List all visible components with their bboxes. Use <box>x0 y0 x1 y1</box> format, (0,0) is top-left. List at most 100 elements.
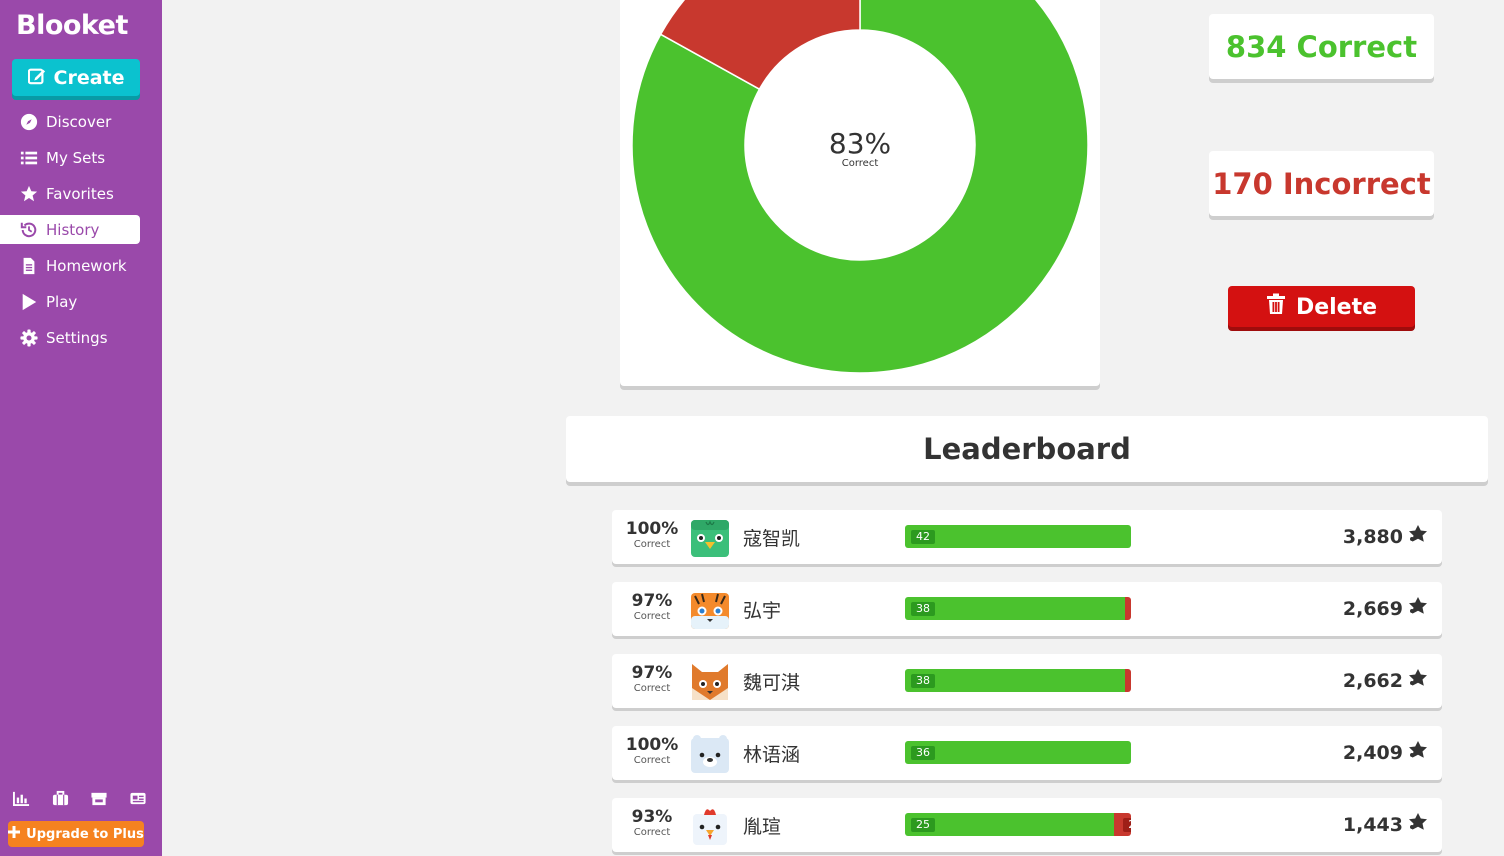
player-score: 3,880 <box>1343 524 1428 549</box>
correct-bar: 38 <box>905 669 1126 692</box>
incorrect-bar: 2 <box>1114 813 1131 836</box>
upgrade-label: Upgrade to Plus <box>26 826 144 842</box>
player-score: 2,669 <box>1343 596 1428 621</box>
player-percent: 100% Correct <box>612 519 692 551</box>
percent-label: Correct <box>633 683 671 694</box>
sidebar-item-label: Play <box>46 292 78 311</box>
percent-value: 100% <box>625 519 679 539</box>
percent-label: Correct <box>633 611 671 622</box>
player-percent: 100% Correct <box>612 735 692 767</box>
edit-icon <box>27 67 46 90</box>
token-icon <box>1408 524 1428 549</box>
correct-count-tag: 42 <box>911 530 935 544</box>
sidebar-item-favorites[interactable]: Favorites <box>0 179 140 208</box>
correct-bar: 25 <box>905 813 1115 836</box>
chart-card: 83% Correct <box>620 0 1100 386</box>
green-bird-avatar-icon <box>690 518 730 558</box>
leaderboard-title: Leaderboard <box>566 416 1488 482</box>
score-value: 2,669 <box>1342 597 1403 620</box>
chart-center-value: 83% <box>829 127 891 160</box>
compass-icon <box>20 113 38 131</box>
sidebar-item-settings[interactable]: Settings <box>0 323 140 352</box>
token-icon <box>1408 812 1428 837</box>
correct-count-tag: 38 <box>911 674 935 688</box>
delete-button[interactable]: Delete <box>1228 286 1415 331</box>
sidebar-item-label: Homework <box>46 256 127 275</box>
create-label: Create <box>53 67 125 89</box>
sidebar-item-label: History <box>46 220 100 239</box>
document-icon <box>20 257 38 275</box>
gear-icon <box>20 328 38 347</box>
percent-label: Correct <box>633 539 671 550</box>
score-value: 1,443 <box>1342 813 1403 836</box>
player-name: 魏可淇 <box>743 672 801 694</box>
score-value: 2,662 <box>1342 669 1403 692</box>
answer-bar: 25 2 <box>905 813 1131 836</box>
token-icon <box>1408 740 1428 765</box>
answer-bar: 38 1 <box>905 669 1131 692</box>
news-icon[interactable] <box>129 789 147 807</box>
leaderboard-row[interactable]: 97% Correct 魏可淇 38 1 2,662 <box>612 654 1442 708</box>
polar-bear-avatar-icon <box>690 734 730 774</box>
leaderboard-row[interactable]: 100% Correct 林语涵 36 2,409 <box>612 726 1442 780</box>
sidebar-item-play[interactable]: Play <box>0 287 140 316</box>
correct-count: 834 Correct <box>1209 14 1434 79</box>
percent-value: 100% <box>625 735 679 755</box>
sidebar-item-homework[interactable]: Homework <box>0 251 140 280</box>
player-percent: 93% Correct <box>612 807 692 839</box>
sidebar-item-discover[interactable]: Discover <box>0 107 140 136</box>
sidebar-item-my-sets[interactable]: My Sets <box>0 143 140 172</box>
stats-icon[interactable] <box>12 789 30 807</box>
player-score: 2,662 <box>1343 668 1428 693</box>
upgrade-button[interactable]: Upgrade to Plus <box>8 821 144 847</box>
incorrect-bar: 1 <box>1125 597 1131 620</box>
player-score: 2,409 <box>1343 740 1428 765</box>
incorrect-count: 170 Incorrect <box>1209 151 1434 216</box>
sidebar-item-label: My Sets <box>46 148 106 167</box>
sidebar-item-history[interactable]: History <box>0 215 140 244</box>
leaderboard-row[interactable]: 93% Correct 胤瑄 25 2 1,443 <box>612 798 1442 852</box>
donut-chart: 83%Correct <box>631 0 1089 374</box>
player-name: 林语涵 <box>743 744 801 766</box>
chicken-avatar-icon <box>690 806 730 846</box>
tiger-avatar-icon <box>690 590 730 630</box>
player-name: 寇智凯 <box>743 528 801 550</box>
incorrect-count-tag: 2 <box>1123 818 1131 832</box>
incorrect-bar: 1 <box>1125 669 1131 692</box>
history-icon <box>20 221 38 239</box>
create-button[interactable]: Create <box>12 59 140 100</box>
token-icon <box>1408 596 1428 621</box>
trash-icon <box>1266 293 1286 321</box>
market-icon[interactable] <box>90 789 108 807</box>
correct-count-tag: 38 <box>911 602 935 616</box>
correct-count-tag: 36 <box>911 746 935 760</box>
chart-center-label: Correct <box>842 158 879 169</box>
percent-label: Correct <box>633 755 671 766</box>
play-icon <box>20 293 38 311</box>
score-value: 2,409 <box>1342 741 1403 764</box>
logo[interactable]: Blooket <box>16 10 128 41</box>
correct-bar: 38 <box>905 597 1126 620</box>
player-name: 胤瑄 <box>743 816 782 838</box>
briefcase-icon[interactable] <box>51 789 69 807</box>
correct-count-tag: 25 <box>911 818 935 832</box>
answer-bar: 38 1 <box>905 597 1131 620</box>
star-icon <box>20 185 38 203</box>
player-percent: 97% Correct <box>612 663 692 695</box>
score-value: 3,880 <box>1342 525 1403 548</box>
percent-value: 97% <box>631 663 673 683</box>
leaderboard-row[interactable]: 100% Correct 寇智凯 42 3,880 <box>612 510 1442 564</box>
answer-bar: 36 <box>905 741 1131 764</box>
delete-label: Delete <box>1295 294 1378 320</box>
token-icon <box>1408 668 1428 693</box>
sidebar-item-label: Favorites <box>46 184 114 203</box>
percent-label: Correct <box>633 827 671 838</box>
sidebar-item-label: Discover <box>46 112 112 131</box>
sidebar: Blooket Create Discover My Sets Favorite… <box>0 0 162 856</box>
percent-value: 97% <box>631 591 673 611</box>
fox-avatar-icon <box>690 662 730 702</box>
sidebar-nav: Discover My Sets Favorites History Homew… <box>0 107 162 359</box>
leaderboard-row[interactable]: 97% Correct 弘宇 38 1 2,669 <box>612 582 1442 636</box>
answer-bar: 42 <box>905 525 1131 548</box>
plus-icon <box>8 826 21 842</box>
